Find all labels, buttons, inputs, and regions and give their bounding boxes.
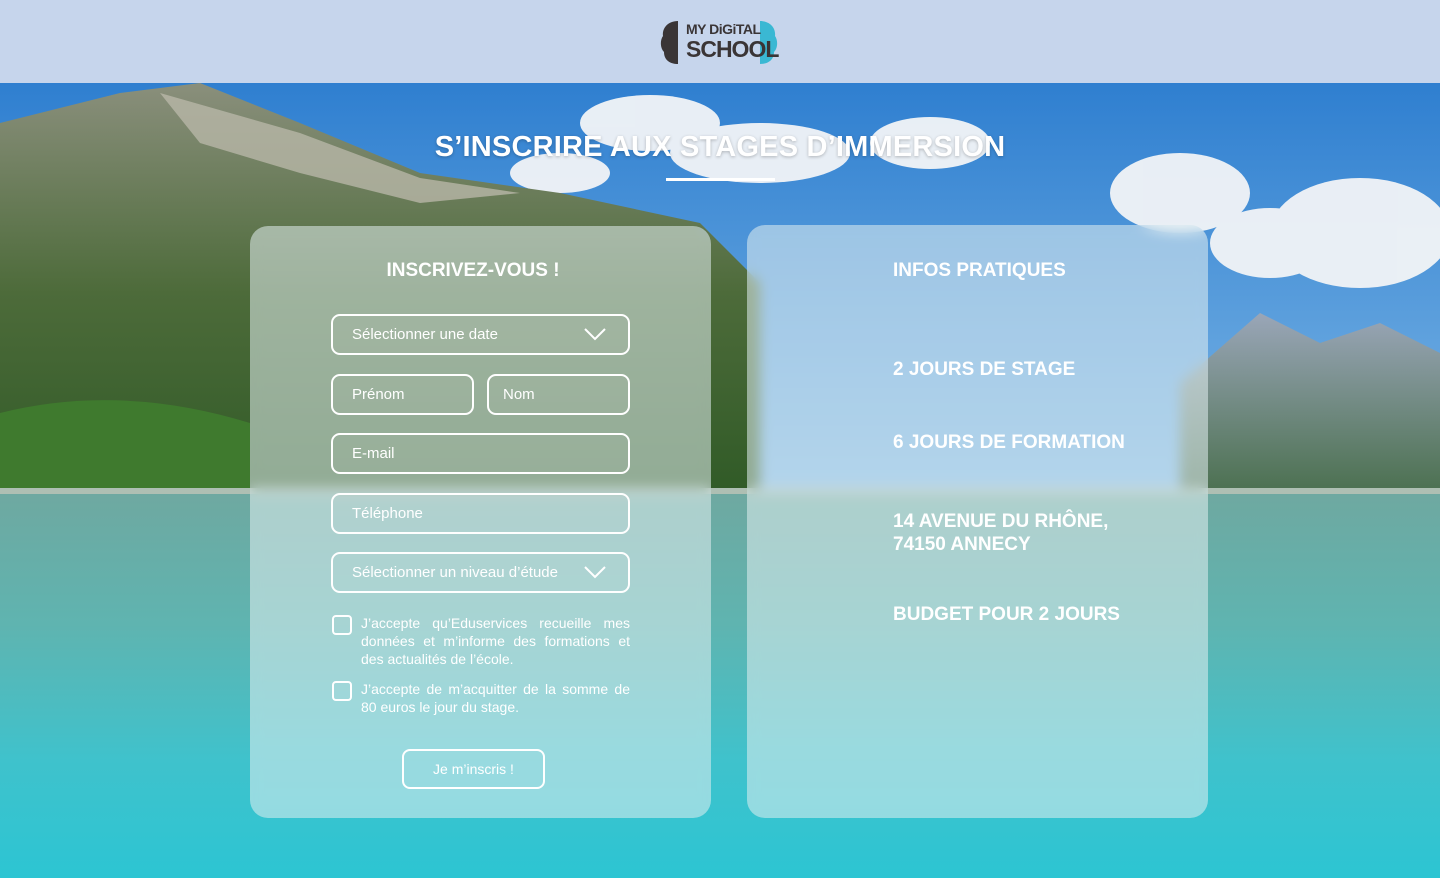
info-address-street: 14 AVENUE DU RHÔNE,	[893, 511, 1109, 532]
title-underline	[666, 178, 775, 181]
my-digital-school-logo[interactable]: MY DiGiTAL SCHOOL	[660, 18, 780, 68]
info-address-city: 74150 ANNECY	[893, 534, 1031, 555]
lastname-placeholder: Nom	[503, 386, 535, 403]
consent-payment-row: J’accepte de m’acquitter de la somme de …	[332, 680, 630, 716]
phone-input[interactable]: Téléphone	[331, 493, 630, 534]
page-title: S’INSCRIRE AUX STAGES D’IMMERSION	[434, 131, 1006, 163]
info-stage-days: 2 JOURS DE STAGE	[893, 359, 1076, 380]
study-level-select[interactable]: Sélectionner un niveau d’étude	[331, 552, 630, 593]
logo-text-top: MY DiGiTAL	[686, 21, 761, 37]
firstname-placeholder: Prénom	[352, 386, 405, 403]
chevron-down-icon	[584, 328, 606, 341]
date-select[interactable]: Sélectionner une date	[331, 314, 630, 355]
date-select-label: Sélectionner une date	[352, 326, 498, 343]
registration-panel: INSCRIVEZ-VOUS ! Sélectionner une date P…	[250, 226, 711, 818]
email-input[interactable]: E-mail	[331, 433, 630, 474]
email-placeholder: E-mail	[352, 445, 395, 462]
info-training-days: 6 JOURS DE FORMATION	[893, 432, 1125, 453]
chevron-down-icon	[584, 566, 606, 579]
infos-panel: INFOS PRATIQUES 2 JOURS DE STAGE 6 JOURS…	[747, 225, 1208, 818]
infos-heading: INFOS PRATIQUES	[893, 260, 1066, 281]
consent-data-row: J’accepte qu’Eduservices recueille mes d…	[332, 614, 630, 668]
lake-mountain-background	[0, 83, 1440, 878]
firstname-input[interactable]: Prénom	[331, 374, 474, 415]
consent-data-checkbox[interactable]	[332, 615, 352, 635]
form-heading: INSCRIVEZ-VOUS !	[386, 260, 560, 281]
info-budget: BUDGET POUR 2 JOURS	[893, 604, 1120, 625]
phone-placeholder: Téléphone	[352, 505, 423, 522]
logo-text-bottom: SCHOOL	[686, 36, 779, 62]
header-bar: MY DiGiTAL SCHOOL	[0, 0, 1440, 83]
consent-payment-checkbox[interactable]	[332, 681, 352, 701]
consent-payment-text: J’accepte de m’acquitter de la somme de …	[361, 681, 630, 715]
submit-button[interactable]: Je m’inscris !	[402, 749, 545, 789]
lastname-input[interactable]: Nom	[487, 374, 630, 415]
study-level-label: Sélectionner un niveau d’étude	[352, 564, 558, 581]
consent-data-text: J’accepte qu’Eduservices recueille mes d…	[361, 615, 630, 667]
